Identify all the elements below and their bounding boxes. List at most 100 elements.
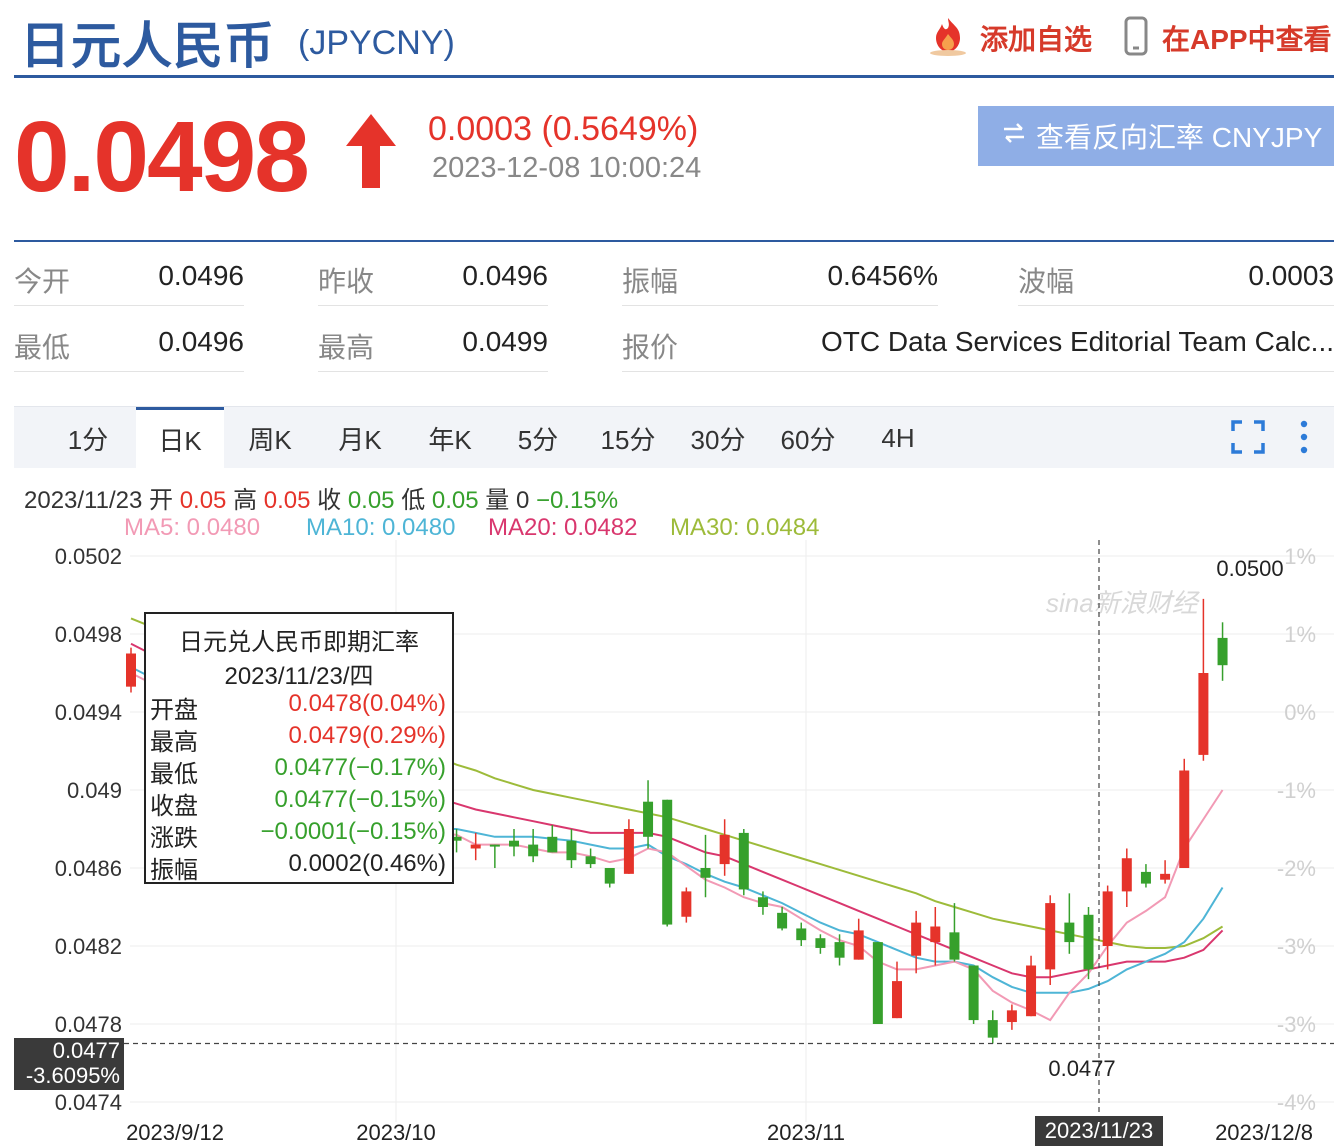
tab-30min[interactable]: 30分 <box>674 407 762 469</box>
stat-prev-close-value: 0.0496 <box>462 260 548 291</box>
candle-body <box>509 840 519 847</box>
stat-amplitude: 振幅 0.6456% <box>622 242 938 306</box>
tab-daily[interactable]: 日K <box>136 407 224 469</box>
tab-60min[interactable]: 60分 <box>764 407 852 469</box>
candle-body <box>681 891 692 917</box>
candle-body <box>1217 637 1228 666</box>
stat-source-value: OTC Data Services Editorial Team Calc... <box>821 326 1334 357</box>
candle-body <box>623 829 634 874</box>
ohlc-open-label: 开 <box>149 487 174 514</box>
stat-low: 最低 0.0496 <box>14 308 244 372</box>
stat-high-value: 0.0499 <box>462 326 548 357</box>
swap-icon <box>1000 119 1028 154</box>
candle-body <box>1045 903 1056 970</box>
tooltip-title: 日元兑人民币即期汇率 <box>179 629 419 656</box>
page-header: 日元人民币 (JPYCNY) 添加自选 在APP中查看 <box>14 0 1334 78</box>
candle-body <box>796 928 807 941</box>
stat-wave-value: 0.0003 <box>1248 260 1334 291</box>
stat-prev-close-label: 昨收 <box>318 266 375 297</box>
view-in-app-button[interactable]: 在APP中查看 <box>1124 16 1332 60</box>
tab-15min[interactable]: 15分 <box>584 407 672 469</box>
candle-body <box>1198 673 1209 755</box>
ohlc-low-label: 低 <box>401 487 426 514</box>
y-tick-label: 0.0498 <box>55 622 122 647</box>
price-change: 0.0003 (0.5649%) <box>428 110 699 148</box>
tooltip-row-close: 收盘 0.0477(−0.15%) <box>150 786 446 820</box>
candle-body <box>547 836 558 853</box>
candle-body <box>872 942 883 1024</box>
stat-low-label: 最低 <box>14 332 71 363</box>
y-tick-label: 0.0478 <box>55 1012 122 1037</box>
candle-body <box>834 942 845 958</box>
view-in-app-label: 在APP中查看 <box>1162 24 1332 55</box>
candle-body <box>719 834 730 865</box>
candle-body <box>1121 858 1132 892</box>
stat-open-label: 今开 <box>14 266 71 297</box>
pct-tick-label: -3% <box>1277 934 1316 959</box>
candle-body <box>1064 922 1075 943</box>
add-favorite-label: 添加自选 <box>980 24 1093 55</box>
fire-icon <box>926 16 970 61</box>
current-price: 0.0498 <box>14 101 310 213</box>
currency-pair-code: (JPYCNY) <box>298 24 455 62</box>
tab-yearly[interactable]: 年K <box>406 407 494 469</box>
tooltip-row-open: 开盘 0.0478(0.04%) <box>150 690 446 724</box>
tooltip-low-label: 最低 <box>150 761 198 788</box>
tab-monthly[interactable]: 月K <box>316 407 404 469</box>
tooltip-open-value: 0.0478(0.04%) <box>288 690 446 717</box>
ohlc-high-label: 高 <box>233 487 258 514</box>
x-tick-label: 2023/9/12 <box>126 1120 224 1145</box>
period-tabs: 1分 日K 周K 月K 年K 5分 15分 30分 60分 4H <box>14 406 1334 469</box>
tab-1min[interactable]: 1分 <box>44 407 132 469</box>
candle-body <box>757 897 768 907</box>
currency-pair-name: 日元人民币 <box>20 18 275 74</box>
stat-prev-close: 昨收 0.0496 <box>318 242 548 306</box>
tooltip-change-value: −0.0001(−0.15%) <box>260 818 446 845</box>
pct-tick-label: -4% <box>1277 1090 1316 1115</box>
candle-body <box>1179 770 1190 868</box>
quote-time: 2023-12-08 10:00:24 <box>432 152 702 184</box>
ohlc-open-value: 0.05 <box>179 487 227 514</box>
candle-body <box>1026 965 1037 1017</box>
candle-tooltip: 日元兑人民币即期汇率 2023/11/23/四 开盘 0.0478(0.04%)… <box>144 612 454 884</box>
candle-body <box>700 868 711 878</box>
ohlc-volume-label: 量 <box>485 487 510 514</box>
candle-body <box>585 856 596 865</box>
y-tick-label: 0.0486 <box>55 856 122 881</box>
ohlc-high-value: 0.05 <box>263 487 311 514</box>
tab-4h[interactable]: 4H <box>854 407 942 469</box>
candle-body <box>566 840 577 861</box>
x-tick-label: 2023/11 <box>767 1120 845 1145</box>
ohlc-volume-value: 0 <box>515 487 530 514</box>
candle-body <box>1102 891 1113 946</box>
ohlc-summary: 2023/11/23 开 0.05 高 0.05 收 0.05 低 0.05 量… <box>24 480 618 515</box>
stat-source: 报价 OTC Data Services Editorial Team Calc… <box>622 308 1334 372</box>
y-tick-label: 0.0494 <box>55 700 122 725</box>
tab-5min[interactable]: 5分 <box>494 407 582 469</box>
more-options-icon[interactable] <box>1298 419 1310 460</box>
candle-body <box>892 981 902 1019</box>
add-favorite-button[interactable]: 添加自选 <box>926 16 1092 60</box>
candle-body <box>1006 1010 1017 1023</box>
tooltip-amplitude-label: 振幅 <box>150 857 198 884</box>
tooltip-close-value: 0.0477(−0.15%) <box>274 786 446 813</box>
stat-open: 今开 0.0496 <box>14 242 244 306</box>
ma10-legend: MA10: 0.0480 <box>306 514 456 541</box>
tooltip-row-high: 最高 0.0479(0.29%) <box>150 722 446 756</box>
fullscreen-icon[interactable] <box>1230 419 1266 460</box>
ohlc-pct: −0.15% <box>535 487 619 514</box>
candle-body <box>528 844 539 857</box>
tooltip-date: 2023/11/23/四 <box>224 663 374 690</box>
tab-weekly[interactable]: 周K <box>226 407 314 469</box>
pct-tick-label: -2% <box>1277 856 1316 881</box>
ma30-legend: MA30: 0.0484 <box>670 514 820 541</box>
pct-tick-label: 1% <box>1284 622 1316 647</box>
view-reverse-rate-label: 查看反向汇率 CNYJPY <box>1036 122 1323 153</box>
y-tick-label: 0.0474 <box>55 1090 122 1115</box>
y-tick-label: 0.0502 <box>55 544 122 569</box>
crosshair-price: 0.0477 <box>52 1038 120 1063</box>
pct-tick-label: -3% <box>1277 1012 1316 1037</box>
tooltip-low-value: 0.0477(−0.17%) <box>274 754 446 781</box>
crosshair-date-label: 2023/11/23 <box>1035 1116 1163 1146</box>
view-reverse-rate-button[interactable]: 查看反向汇率 CNYJPY <box>978 106 1334 166</box>
